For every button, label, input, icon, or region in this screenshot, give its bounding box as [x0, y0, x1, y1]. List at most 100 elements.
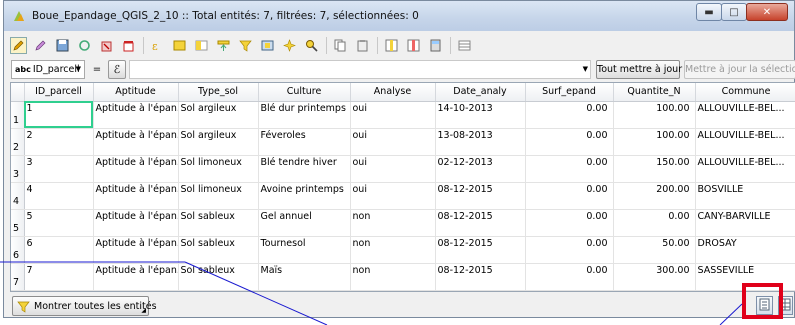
column-header[interactable]: Culture — [258, 83, 351, 102]
table-cell-type-sol[interactable]: Sol limoneux — [178, 182, 259, 210]
copy-icon[interactable] — [332, 37, 349, 54]
table-cell-surf-epand[interactable]: 0.00 — [525, 155, 614, 183]
table-cell-commune[interactable]: BOSVILLE — [695, 182, 795, 210]
expression-select-icon[interactable]: ε — [149, 37, 166, 54]
table-cell-type-sol[interactable]: Sol sableux — [178, 209, 259, 237]
multi-edit-icon[interactable] — [32, 37, 49, 54]
table-cell-date-analy[interactable]: 13-08-2013 — [435, 128, 526, 156]
table-cell-type-sol[interactable]: Sol sableux — [178, 263, 259, 291]
table-cell-quantite-n[interactable]: 150.00 — [613, 155, 696, 183]
conditional-format-icon[interactable] — [456, 37, 473, 54]
table-row[interactable]: 1 1 Aptitude à l'épan... Sol argileux Blé du… — [11, 101, 795, 129]
table-row[interactable]: 3 3 Aptitude à l'épan... Sol limoneux Blé te… — [11, 155, 795, 183]
row-header[interactable]: 1 — [11, 101, 25, 129]
edit-pencil-icon[interactable] — [10, 36, 27, 54]
row-header[interactable]: 2 — [11, 128, 25, 156]
table-cell-culture[interactable]: Avoine printemps — [258, 182, 351, 210]
maximize-button[interactable]: □ — [721, 3, 747, 21]
table-cell-date-analy[interactable]: 08-12-2015 — [435, 236, 526, 264]
table-row[interactable]: 2 2 Aptitude à l'épan... Sol argileux Févero… — [11, 128, 795, 156]
table-row[interactable]: 5 5 Aptitude à l'épan... Sol sableux Gel ann… — [11, 209, 795, 237]
table-cell-quantite-n[interactable]: 0.00 — [613, 209, 696, 237]
table-cell-surf-epand[interactable]: 0.00 — [525, 236, 614, 264]
table-cell-quantite-n[interactable]: 100.00 — [613, 101, 696, 129]
column-header[interactable]: ID_parcell — [24, 83, 94, 102]
paste-icon[interactable] — [354, 37, 371, 54]
column-header[interactable]: Commune — [695, 83, 795, 102]
table-cell-analyse[interactable]: oui — [350, 182, 436, 210]
table-cell-aptitude[interactable]: Aptitude à l'épan... — [93, 182, 179, 210]
table-cell-date-analy[interactable]: 08-12-2015 — [435, 182, 526, 210]
row-header[interactable]: 3 — [11, 155, 25, 183]
table-cell-culture[interactable]: Maïs — [258, 263, 351, 291]
table-cell-quantite-n[interactable]: 300.00 — [613, 263, 696, 291]
table-cell-analyse[interactable]: non — [350, 209, 436, 237]
table-cell-surf-epand[interactable]: 0.00 — [525, 263, 614, 291]
show-all-features-button[interactable]: Montrer toutes les entités ◢ — [12, 296, 157, 316]
table-cell-quantite-n[interactable]: 50.00 — [613, 236, 696, 264]
table-cell-type-sol[interactable]: Sol argileux — [178, 128, 259, 156]
table-cell-analyse[interactable]: oui — [350, 101, 436, 129]
column-header[interactable]: Surf_epand — [525, 83, 614, 102]
expression-button[interactable]: ℰ — [108, 60, 126, 79]
search-icon[interactable] — [303, 37, 320, 54]
table-cell-commune[interactable]: DROSAY — [695, 236, 795, 264]
table-cell-id-parcell[interactable]: 2 — [24, 128, 94, 156]
table-cell-analyse[interactable]: non — [350, 236, 436, 264]
row-header[interactable]: 6 — [11, 236, 25, 264]
table-cell-date-analy[interactable]: 02-12-2013 — [435, 155, 526, 183]
table-cell-id-parcell[interactable]: 4 — [24, 182, 94, 210]
value-input[interactable]: ▼ — [129, 60, 591, 79]
update-all-button[interactable]: Tout mettre à jour — [596, 60, 682, 79]
table-cell-type-sol[interactable]: Sol limoneux — [178, 155, 259, 183]
invert-selection-icon[interactable] — [193, 37, 210, 54]
table-cell-aptitude[interactable]: Aptitude à l'épan... — [93, 263, 179, 291]
table-cell-culture[interactable]: Gel annuel — [258, 209, 351, 237]
column-header[interactable]: Analyse — [350, 83, 436, 102]
row-header[interactable]: 7 — [11, 263, 25, 291]
table-cell-analyse[interactable]: non — [350, 263, 436, 291]
minimize-button[interactable]: ▬ — [696, 3, 722, 21]
table-cell-culture[interactable]: Féveroles — [258, 128, 351, 156]
corner-header[interactable] — [11, 83, 25, 102]
column-header[interactable]: Aptitude — [93, 83, 179, 102]
table-cell-type-sol[interactable]: Sol sableux — [178, 236, 259, 264]
title-bar[interactable]: Boue_Epandage_QGIS_2_10 :: Total entités… — [4, 1, 794, 31]
table-cell-aptitude[interactable]: Aptitude à l'épan... — [93, 236, 179, 264]
table-cell-id-parcell[interactable]: 5 — [24, 209, 94, 237]
column-header[interactable]: Date_analy — [435, 83, 526, 102]
delete-column-icon[interactable] — [405, 37, 422, 54]
zoom-to-selection-icon[interactable] — [259, 37, 276, 54]
field-select[interactable]: abc ID_parcell ▼ — [11, 60, 85, 79]
table-cell-commune[interactable]: CANY-BARVILLE — [695, 209, 795, 237]
new-column-icon[interactable] — [383, 37, 400, 54]
table-cell-id-parcell[interactable]: 3 — [24, 155, 94, 183]
row-header[interactable]: 5 — [11, 209, 25, 237]
table-row[interactable]: 7 7 Aptitude à l'épan... Sol sableux Maïs non… — [11, 263, 795, 291]
delete-selected-icon[interactable] — [120, 37, 137, 54]
table-cell-aptitude[interactable]: Aptitude à l'épan... — [93, 209, 179, 237]
filter-icon[interactable] — [237, 37, 254, 54]
table-cell-aptitude[interactable]: Aptitude à l'épan... — [93, 155, 179, 183]
table-cell-quantite-n[interactable]: 100.00 — [613, 128, 696, 156]
attribute-table[interactable]: ID_parcell Aptitude Type_sol Culture Ana… — [10, 82, 795, 292]
table-cell-id-parcell[interactable]: 6 — [24, 236, 94, 264]
table-cell-type-sol[interactable]: Sol argileux — [178, 101, 259, 129]
table-cell-quantite-n[interactable]: 200.00 — [613, 182, 696, 210]
save-icon[interactable] — [54, 37, 71, 54]
table-row[interactable]: 6 6 Aptitude à l'épan... Sol sableux Tournes… — [11, 236, 795, 264]
calculator-icon[interactable] — [427, 37, 444, 54]
table-cell-analyse[interactable]: oui — [350, 128, 436, 156]
table-row[interactable]: 4 4 Aptitude à l'épan... Sol limoneux Avoine… — [11, 182, 795, 210]
table-cell-aptitude[interactable]: Aptitude à l'épan... — [93, 128, 179, 156]
table-cell-culture[interactable]: Blé tendre hiver — [258, 155, 351, 183]
close-button[interactable]: ✕ — [746, 3, 788, 21]
select-all-icon[interactable] — [171, 37, 188, 54]
table-cell-analyse[interactable]: oui — [350, 155, 436, 183]
table-cell-commune[interactable]: ALLOUVILLE-BEL... — [695, 128, 795, 156]
table-cell-culture[interactable]: Blé dur printemps — [258, 101, 351, 129]
table-cell-culture[interactable]: Tournesol — [258, 236, 351, 264]
table-cell-surf-epand[interactable]: 0.00 — [525, 182, 614, 210]
table-cell-surf-epand[interactable]: 0.00 — [525, 101, 614, 129]
refresh-icon[interactable] — [76, 37, 93, 54]
